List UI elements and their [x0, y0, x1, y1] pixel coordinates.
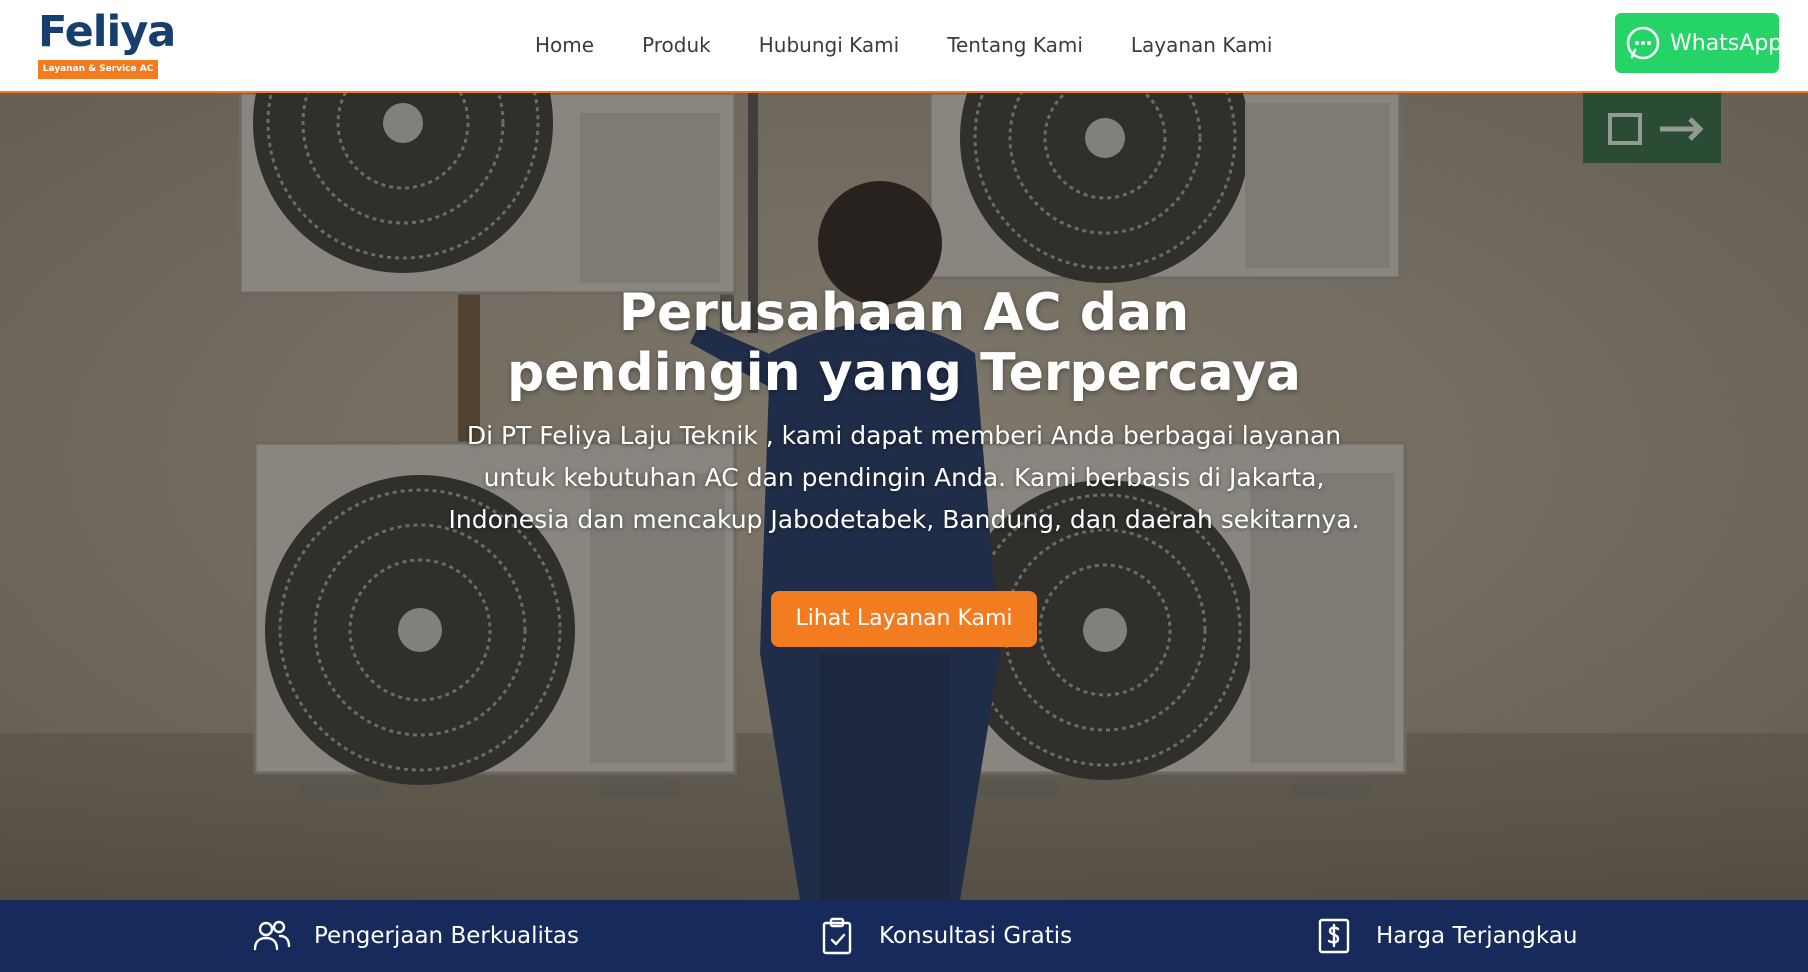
feature-consultation-label: Konsultasi Gratis: [879, 923, 1073, 949]
hero-content: Perusahaan AC dan pendingin yang Terperc…: [0, 283, 1808, 647]
whatsapp-button[interactable]: WhatsApp: [1615, 13, 1783, 73]
feature-price-label: Harga Terjangkau: [1376, 923, 1578, 949]
nav-item-layanan-kami[interactable]: Layanan Kami: [1131, 33, 1273, 57]
users-icon: [252, 916, 292, 956]
nav-item-produk[interactable]: Produk: [642, 33, 711, 57]
brand-logo-wordmark: Feliya: [38, 7, 176, 57]
hero-title: Perusahaan AC dan pendingin yang Terperc…: [507, 283, 1301, 403]
feature-consultation: Konsultasi Gratis: [817, 900, 1072, 972]
nav-item-tentang-kami[interactable]: Tentang Kami: [947, 33, 1083, 57]
dollar-receipt-icon: [1314, 916, 1354, 956]
brand-logo-tagline: Layanan & Service AC: [38, 60, 158, 79]
whatsapp-chat-icon: [1624, 24, 1662, 62]
hero-section: Perusahaan AC dan pendingin yang Terperc…: [0, 93, 1808, 900]
nav-item-home[interactable]: Home: [535, 33, 594, 57]
view-services-button[interactable]: Lihat Layanan Kami: [771, 591, 1037, 647]
whatsapp-button-label: WhatsApp: [1670, 30, 1783, 56]
brand-logo[interactable]: Feliya Layanan & Service AC: [38, 7, 176, 80]
clipboard-check-icon: [817, 916, 857, 956]
nav-item-hubungi-kami[interactable]: Hubungi Kami: [759, 33, 899, 57]
feature-quality-label: Pengerjaan Berkualitas: [314, 923, 579, 949]
site-header: Feliya Layanan & Service AC Home Produk …: [0, 0, 1808, 93]
feature-price: Harga Terjangkau: [1314, 900, 1577, 972]
features-bar: Pengerjaan Berkualitas Konsultasi Gratis…: [0, 900, 1808, 972]
feature-quality: Pengerjaan Berkualitas: [252, 900, 579, 972]
hero-description: Di PT Feliya Laju Teknik , kami dapat me…: [448, 421, 1360, 534]
main-nav: Home Produk Hubungi Kami Tentang Kami La…: [535, 0, 1272, 90]
